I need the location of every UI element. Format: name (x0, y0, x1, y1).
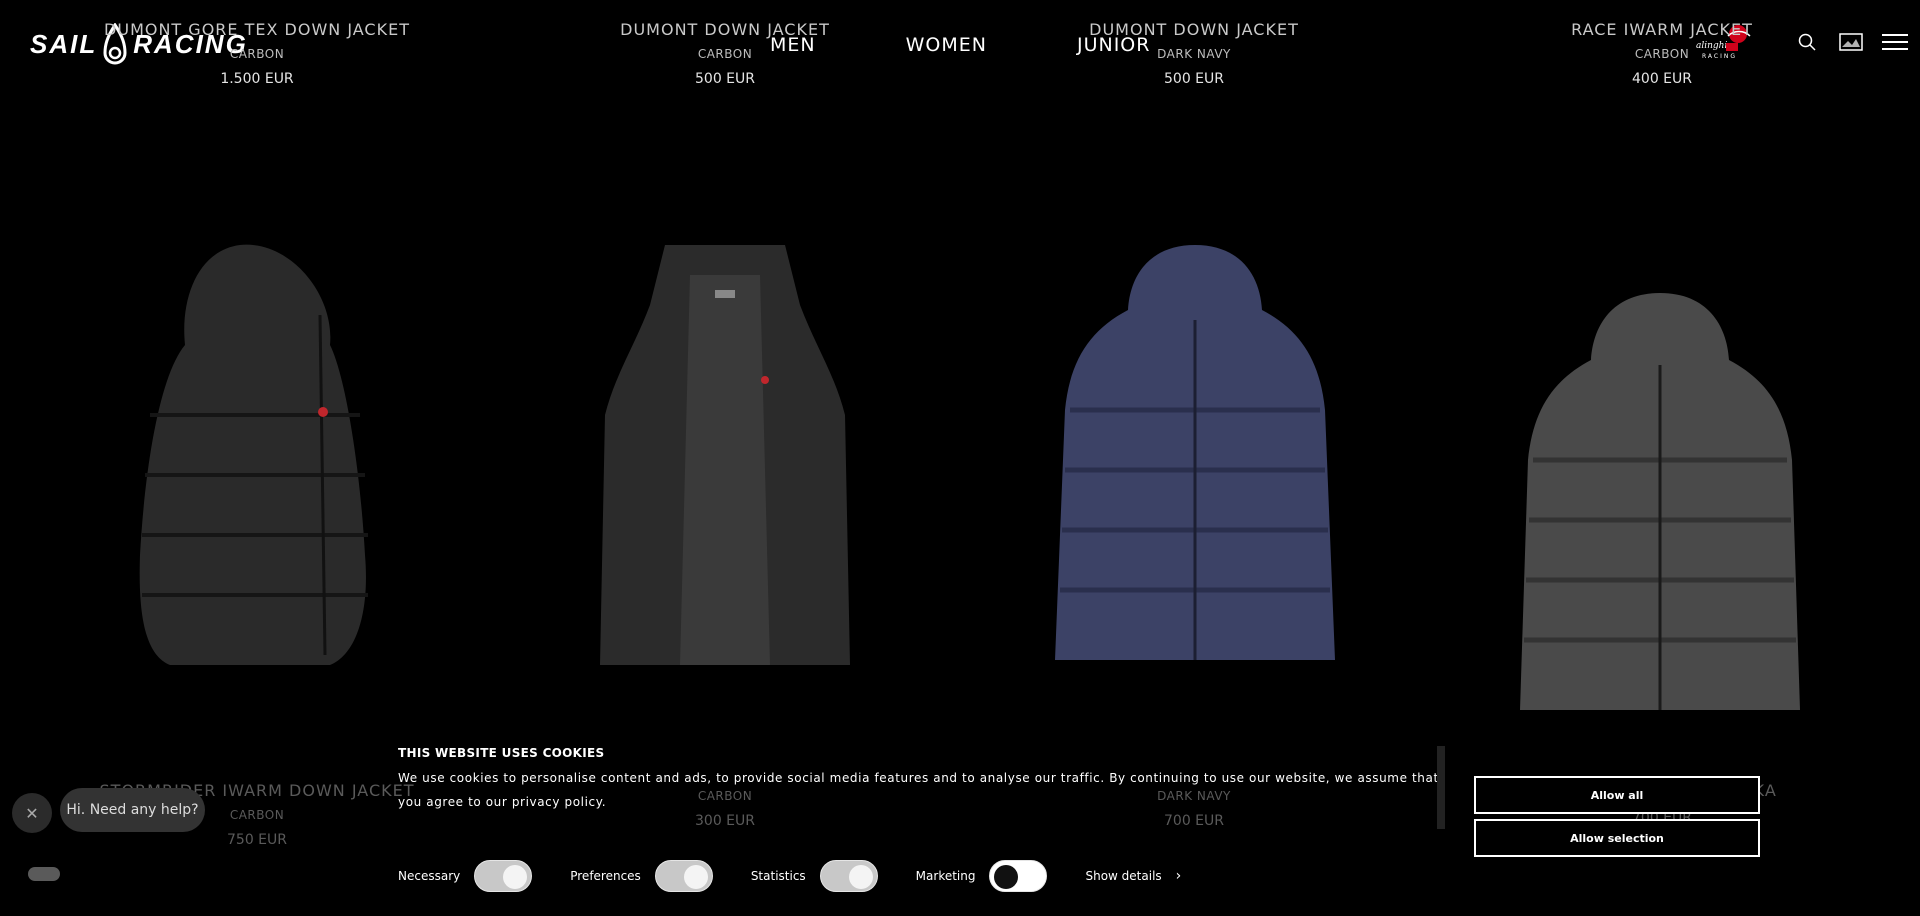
product-name: DUMONT DOWN JACKET (620, 20, 830, 39)
product-card-top-1[interactable]: DUMONT GORE TEX DOWN JACKET CARBON 1.500… (23, 20, 491, 87)
product-name: DUMONT DOWN JACKET (1089, 20, 1299, 39)
toggle-knob (848, 865, 873, 889)
chat-launcher-icon[interactable] (10, 850, 78, 900)
chat-bubble[interactable]: Hi. Need any help? (60, 788, 205, 832)
product-color: CARBON (697, 47, 753, 61)
product-price: 300 EUR (695, 813, 755, 829)
product-price: 750 EUR (227, 832, 287, 848)
toggle-knob (503, 865, 528, 889)
product-color: CARBON (229, 47, 285, 61)
cookie-preferences: Necessary Preferences Statistics Marketi… (398, 860, 1181, 892)
chevron-right-icon: › (1175, 868, 1182, 884)
cookie-text: We use cookies to personalise content an… (398, 771, 1439, 809)
product-color: CARBON (1634, 47, 1690, 61)
allow-selection-button[interactable]: Allow selection (1474, 819, 1760, 857)
product-image-vest[interactable] (595, 235, 855, 675)
pref-statistics: Statistics (751, 860, 878, 892)
product-image-hurricane-parka[interactable] (1515, 290, 1805, 720)
product-card-top-4[interactable]: RACE IWARM JACKET CARBON 400 EUR (1428, 20, 1896, 87)
pref-label: Necessary (398, 869, 461, 883)
product-price: 500 EUR (695, 71, 755, 87)
chat-close-icon[interactable]: ✕ (12, 793, 52, 833)
product-price: 500 EUR (1164, 71, 1224, 87)
toggle-knob (994, 865, 1019, 889)
product-image-stormrider-jacket[interactable] (130, 235, 380, 675)
pref-necessary: Necessary (398, 860, 533, 892)
show-details-link[interactable]: Show details › (1085, 868, 1181, 884)
product-card-top-2[interactable]: DUMONT DOWN JACKET CARBON 500 EUR (491, 20, 959, 87)
pref-preferences: Preferences (570, 860, 713, 892)
product-price: 700 EUR (1164, 813, 1224, 829)
pref-label: Preferences (570, 869, 641, 883)
product-name: DUMONT GORE TEX DOWN JACKET (104, 20, 410, 39)
pref-label: Marketing (915, 869, 976, 883)
cookie-scrollbar[interactable] (1437, 746, 1445, 829)
cookie-title: THIS WEBSITE USES COOKIES (398, 746, 605, 760)
cookie-banner: THIS WEBSITE USES COOKIES We use cookies… (398, 746, 1448, 814)
toggle-knob (683, 865, 708, 889)
product-name: RACE IWARM JACKET (1571, 20, 1753, 39)
allow-all-button[interactable]: Allow all (1474, 776, 1760, 814)
show-details-label: Show details (1085, 869, 1162, 883)
preferences-toggle[interactable] (654, 860, 713, 892)
product-color: DARK NAVY (1157, 47, 1231, 61)
pref-label: Statistics (750, 869, 806, 883)
product-price: 1.500 EUR (220, 71, 294, 87)
pref-marketing: Marketing (916, 860, 1048, 892)
statistics-toggle[interactable] (819, 860, 878, 892)
product-image-navy-jacket[interactable] (1050, 240, 1340, 670)
necessary-toggle[interactable] (474, 860, 533, 892)
product-card-top-3[interactable]: DUMONT DOWN JACKET DARK NAVY 500 EUR (960, 20, 1428, 87)
product-price: 400 EUR (1632, 71, 1692, 87)
marketing-toggle[interactable] (989, 860, 1048, 892)
